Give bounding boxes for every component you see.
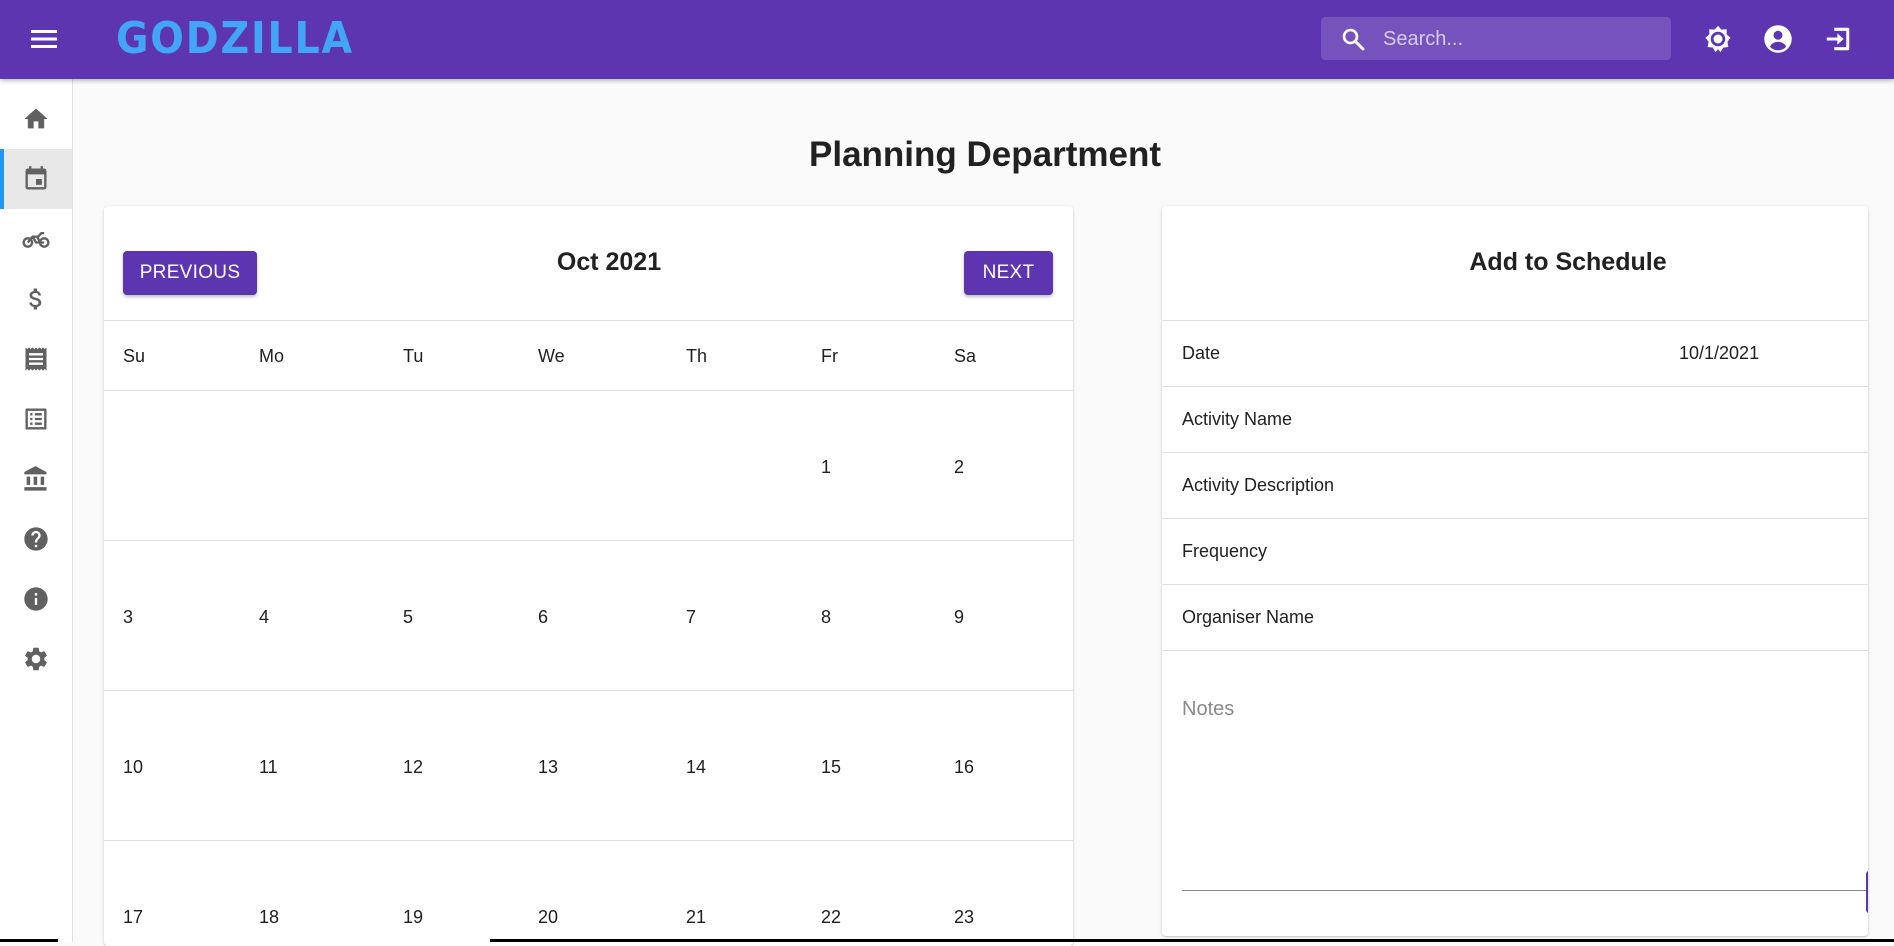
weekday-header: Sa — [954, 346, 977, 366]
day-cell[interactable]: 21 — [686, 907, 706, 928]
theme-toggle-button[interactable] — [1699, 20, 1737, 58]
sidebar-item-info[interactable] — [0, 569, 72, 629]
divider — [104, 840, 1073, 841]
calendar-icon — [25, 166, 47, 190]
day-cell[interactable]: 16 — [954, 757, 974, 778]
brightness-icon — [1705, 25, 1731, 53]
divider — [1162, 650, 1868, 651]
search-icon — [1342, 28, 1365, 51]
home-icon — [24, 108, 48, 129]
divider — [1162, 452, 1868, 453]
day-cell[interactable]: 20 — [538, 907, 558, 928]
menu-button[interactable] — [24, 22, 64, 56]
search-box — [1321, 17, 1671, 62]
field-label-date: Date — [1182, 343, 1221, 363]
weekday-header: Fr — [821, 346, 838, 366]
day-cell[interactable]: 10 — [123, 757, 143, 778]
day-cell[interactable]: 6 — [538, 607, 548, 628]
brand-logo[interactable]: GODZILLA — [116, 12, 354, 66]
dollar-icon — [29, 288, 42, 310]
divider — [1162, 386, 1868, 387]
receipt-icon — [25, 347, 47, 371]
list-icon — [25, 408, 47, 430]
notes-label: Notes — [1182, 698, 1235, 720]
sidebar-item-bank[interactable] — [0, 449, 72, 509]
day-cell[interactable]: 1 — [821, 457, 831, 478]
day-cell[interactable]: 22 — [821, 907, 841, 928]
day-cell[interactable]: 14 — [686, 757, 706, 778]
settings-icon — [25, 647, 47, 671]
search-input[interactable] — [1381, 17, 1665, 62]
help-icon — [24, 527, 48, 551]
sidebar-item-vehicles[interactable] — [0, 209, 72, 269]
weekday-header: Th — [686, 346, 708, 366]
sidebar-item-calendar[interactable] — [0, 149, 72, 209]
day-cell[interactable]: 23 — [954, 907, 974, 928]
day-cell[interactable]: 4 — [259, 607, 269, 628]
calendar-card: Oct 2021 PREVIOUS NEXT Su Mo Tu We Th Fr… — [104, 206, 1073, 946]
notes-textarea[interactable] — [1182, 746, 1868, 891]
page-title: Planning Department — [809, 135, 1161, 174]
divider — [104, 320, 1073, 321]
field-label-frequency[interactable]: Frequency — [1182, 541, 1267, 562]
schedule-card: Add to Schedule Date 10/1/2021 Activity … — [1162, 206, 1868, 936]
divider — [1162, 584, 1868, 585]
field-label-activity-name[interactable]: Activity Name — [1182, 409, 1292, 430]
weekday-header: We — [538, 346, 565, 366]
field-label-activity-description[interactable]: Activity Description — [1182, 475, 1334, 496]
day-cell[interactable]: 3 — [123, 607, 133, 628]
sidebar — [0, 79, 73, 942]
day-cell[interactable]: 7 — [686, 607, 696, 628]
app-bar: GODZILLA — [0, 0, 1894, 79]
motorbike-icon — [22, 232, 50, 248]
logout-icon — [1826, 27, 1850, 51]
day-cell[interactable]: 8 — [821, 607, 831, 628]
divider — [1162, 320, 1868, 321]
day-cell[interactable]: 13 — [538, 757, 558, 778]
sidebar-item-help[interactable] — [0, 509, 72, 569]
logout-button[interactable] — [1819, 20, 1857, 58]
weekday-header: Tu — [403, 346, 424, 366]
submit-button[interactable] — [1866, 871, 1868, 913]
divider — [1162, 518, 1868, 519]
account-icon — [1764, 25, 1792, 53]
schedule-title: Add to Schedule — [1469, 248, 1667, 276]
day-cell[interactable]: 17 — [123, 907, 143, 928]
day-cell[interactable]: 5 — [403, 607, 413, 628]
day-cell[interactable]: 9 — [954, 607, 964, 628]
next-button[interactable]: NEXT — [964, 251, 1053, 295]
sidebar-item-payments[interactable] — [0, 269, 72, 329]
day-cell[interactable]: 2 — [954, 457, 964, 478]
divider — [104, 690, 1073, 691]
account-button[interactable] — [1759, 20, 1797, 58]
weekday-header: Mo — [259, 346, 285, 366]
bank-icon — [24, 466, 47, 491]
previous-button[interactable]: PREVIOUS — [123, 251, 257, 295]
divider — [104, 540, 1073, 541]
day-cell[interactable]: 19 — [403, 907, 423, 928]
sidebar-item-list[interactable] — [0, 389, 72, 449]
field-label-organiser-name[interactable]: Organiser Name — [1182, 607, 1314, 628]
day-cell[interactable]: 15 — [821, 757, 841, 778]
day-cell[interactable]: 18 — [259, 907, 279, 928]
menu-icon — [31, 30, 57, 48]
weekday-header: Su — [123, 346, 146, 366]
date-value[interactable]: 10/1/2021 — [1679, 343, 1759, 364]
sidebar-item-settings[interactable] — [0, 629, 72, 689]
sidebar-item-home[interactable] — [0, 89, 72, 149]
sidebar-item-receipts[interactable] — [0, 329, 72, 389]
day-cell[interactable]: 11 — [259, 757, 278, 778]
divider — [104, 390, 1073, 391]
info-icon — [24, 587, 48, 611]
day-cell[interactable]: 12 — [403, 757, 423, 778]
